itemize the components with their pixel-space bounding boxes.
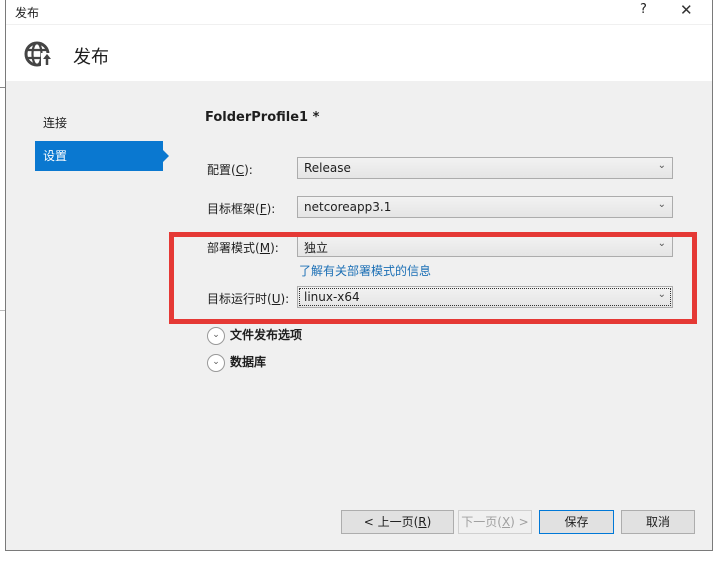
configuration-select[interactable]: Release ⌄: [297, 157, 673, 179]
publish-dialog: 发布 ? ✕ 发布 连接 设置 FolderProfile1 * 配置(C): …: [5, 0, 713, 551]
configuration-label: 配置(C):: [207, 163, 253, 177]
dialog-header: 发布: [6, 25, 712, 81]
nav-item-label: 设置: [43, 149, 68, 163]
nav-item-connection[interactable]: 连接: [35, 108, 163, 138]
header-title: 发布: [73, 47, 109, 68]
target-framework-label: 目标框架(F):: [207, 202, 276, 216]
file-publish-options-expander[interactable]: ⌄ 文件发布选项: [207, 326, 302, 345]
help-button[interactable]: ?: [640, 2, 647, 17]
expand-chevron-icon: ⌄: [207, 353, 225, 372]
nav-item-label: 连接: [43, 116, 68, 130]
database-expander[interactable]: ⌄ 数据库: [207, 353, 266, 372]
profile-name: FolderProfile1 *: [205, 110, 320, 125]
nav-item-settings[interactable]: 设置: [35, 141, 169, 171]
title-bar: 发布 ? ✕: [6, 0, 712, 24]
chevron-down-icon: ⌄: [657, 160, 666, 171]
target-framework-value: netcoreapp3.1: [304, 200, 392, 214]
close-button[interactable]: ✕: [680, 1, 693, 19]
target-framework-select[interactable]: netcoreapp3.1 ⌄: [297, 196, 673, 218]
save-button[interactable]: 保存: [539, 510, 614, 534]
globe-publish-icon: [24, 41, 53, 67]
expand-chevron-icon: ⌄: [207, 326, 225, 345]
configuration-value: Release: [304, 161, 351, 175]
window-title: 发布: [15, 6, 40, 20]
highlight-annotation-box: [169, 232, 697, 324]
chevron-down-icon: ⌄: [657, 199, 666, 210]
cancel-button[interactable]: 取消: [621, 510, 695, 534]
next-button[interactable]: 下一页(X) >: [458, 510, 532, 534]
previous-button[interactable]: < 上一页(R): [341, 510, 454, 534]
